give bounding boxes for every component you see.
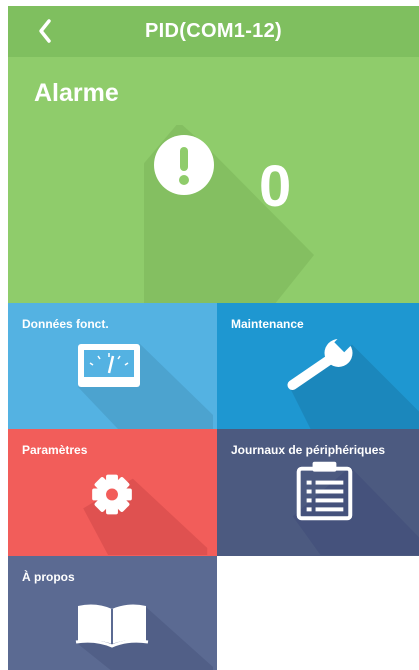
header-bar: PID(COM1-12) bbox=[8, 6, 419, 57]
tile-parameters[interactable]: Paramètres bbox=[8, 429, 217, 556]
alarm-label: Alarme bbox=[34, 79, 119, 107]
tile-about[interactable]: À propos bbox=[8, 556, 217, 670]
exclamation-circle-icon bbox=[144, 125, 314, 303]
page-title: PID(COM1-12) bbox=[145, 20, 282, 42]
tile-maintenance[interactable]: Maintenance bbox=[217, 303, 419, 429]
tile-label-operating-data: Données fonct. bbox=[22, 317, 109, 331]
tile-label-device-logs: Journaux de périphériques bbox=[231, 443, 386, 457]
tile-label-about: À propos bbox=[22, 570, 75, 584]
alarm-count: 0 bbox=[259, 154, 292, 219]
alarm-panel[interactable]: Alarme 0 bbox=[8, 57, 419, 303]
tile-device-logs[interactable]: Journaux de périphériques bbox=[217, 429, 419, 556]
tile-label-maintenance: Maintenance bbox=[231, 317, 304, 331]
chevron-left-icon bbox=[39, 19, 51, 43]
tile-label-parameters: Paramètres bbox=[22, 443, 88, 457]
app-screen: PID(COM1-12) Alarme 0 Données fonct. Mai… bbox=[8, 6, 419, 670]
back-button[interactable] bbox=[34, 16, 58, 46]
tile-operating-data[interactable]: Données fonct. bbox=[8, 303, 217, 429]
